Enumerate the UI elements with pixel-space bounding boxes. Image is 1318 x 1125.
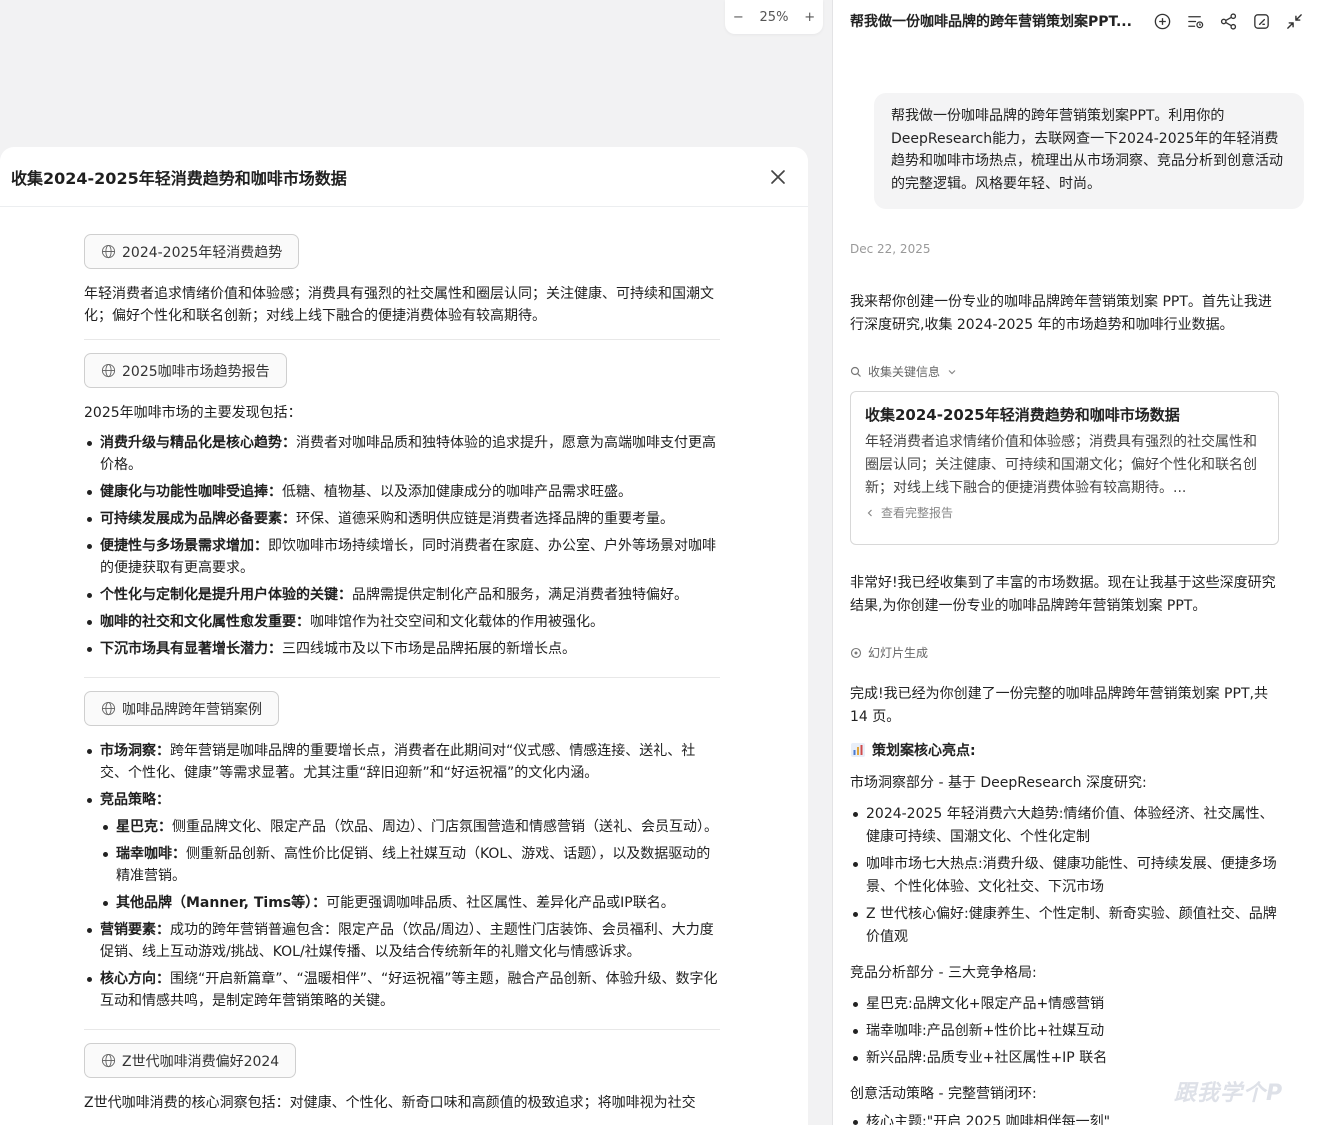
list-item: 营销要素：成功的跨年营销普遍包含：限定产品（饮品/周边）、主题性门店装饰、会员福… xyxy=(84,919,718,963)
bar-chart-icon xyxy=(851,743,865,757)
source-chip[interactable]: 咖啡品牌跨年营销案例 xyxy=(84,691,279,726)
chat-toolbar xyxy=(1153,12,1304,31)
close-icon[interactable] xyxy=(768,167,788,187)
list-item: Z 世代核心偏好:健康养生、个性定制、新奇实验、颜值社交、品牌价值观 xyxy=(850,903,1280,949)
highlights-heading: 策划案核心亮点: xyxy=(850,740,976,760)
report-header: 收集2024-2025年轻消费趋势和咖啡市场数据 xyxy=(0,147,808,207)
new-chat-icon[interactable] xyxy=(1153,12,1172,31)
report-section: Z世代咖啡消费偏好2024 Z世代咖啡消费的核心洞察包括：对健康、个性化、新奇口… xyxy=(84,1043,720,1125)
list-item: 咖啡的社交和文化属性愈发重要：咖啡馆作为社交空间和文化载体的作用被强化。 xyxy=(84,611,718,633)
step-collect-info[interactable]: 收集关键信息 xyxy=(850,363,958,380)
source-chip-label: 2024-2025年轻消费趋势 xyxy=(122,244,283,261)
research-report-panel: 收集2024-2025年轻消费趋势和咖啡市场数据 2024-2025年轻消费趋势… xyxy=(0,147,808,1125)
list-item: 个性化与定制化是提升用户体验的关键：品牌需提供定制化产品和服务，满足消费者独特偏… xyxy=(84,584,718,606)
chevron-left-icon xyxy=(867,509,872,516)
list-item: 核心方向：围绕“开启新篇章”、“温暖相伴”、“好运祝福”等主题，融合产品创新、体… xyxy=(84,968,718,1012)
message-date: Dec 22, 2025 xyxy=(850,242,931,256)
slides-icon xyxy=(850,647,862,658)
list-item: 核心主题:"开启 2025 咖啡相伴每一刻" xyxy=(850,1111,1280,1125)
market-heading: 市场洞察部分 - 基于 DeepResearch 深度研究: xyxy=(850,775,1147,791)
source-chip-label: 2025咖啡市场趋势报告 xyxy=(122,363,270,380)
zoom-level: 25% xyxy=(759,9,789,25)
source-chip[interactable]: Z世代咖啡消费偏好2024 xyxy=(84,1043,297,1078)
list-item: 市场洞察：跨年营销是咖啡品牌的重要增长点，消费者在此期间对“仪式感、情感连接、送… xyxy=(84,740,718,784)
user-message: 帮我做一份咖啡品牌的跨年营销策划案PPT。利用你的DeepResearch能力，… xyxy=(874,93,1304,209)
list-item: 瑞幸咖啡：侧重新品创新、高性价比促销、线上社媒互动（KOL、游戏、话题），以及数… xyxy=(100,843,718,887)
source-chip[interactable]: 2024-2025年轻消费趋势 xyxy=(84,234,300,269)
findings-list: 消费升级与精品化是核心趋势：消费者对咖啡品质和独特体验的追求提升，愿意为高端咖啡… xyxy=(84,432,718,660)
source-chip[interactable]: 2025咖啡市场趋势报告 xyxy=(84,353,287,388)
report-body: 2024-2025年轻消费趋势 年轻消费者追求情绪价值和体验感；消费具有强烈的社… xyxy=(0,207,720,1125)
market-list: 2024-2025 年轻消费六大趋势:情绪价值、体验经济、社交属性、健康可持续、… xyxy=(850,803,1280,953)
list-item: 新兴品牌:品质专业+社区属性+IP 联名 xyxy=(850,1047,1280,1070)
list-item: 可持续发展成为品牌必备要素：环保、道德采购和透明供应链是消费者选择品牌的重要考量… xyxy=(84,508,718,530)
list-item: 其他品牌（Manner, Tims等）：可能更强调咖啡品质、社区属性、差异化产品… xyxy=(100,892,718,914)
view-full-report-link[interactable]: 查看完整报告 xyxy=(865,504,1264,521)
list-item: 健康化与功能性咖啡受追捧：低糖、植物基、以及添加健康成分的咖啡产品需求旺盛。 xyxy=(84,481,718,503)
section-text: Z世代咖啡消费的核心洞察包括：对健康、个性化、新奇口味和高颜值的极致追求；将咖啡… xyxy=(84,1095,696,1111)
competitor-sublist: 星巴克：侧重品牌文化、限定产品（饮品、周边）、门店氛围营造和情感营销（送礼、会员… xyxy=(100,816,718,914)
section-intro: 2025年咖啡市场的主要发现包括： xyxy=(84,405,302,421)
list-item: 下沉市场具有显著增长潜力：三四线城市及以下市场是品牌拓展的新增长点。 xyxy=(84,638,718,660)
edit-note-icon[interactable] xyxy=(1252,12,1271,31)
list-item: 便捷性与多场景需求增加：即饮咖啡市场持续增长，同时消费者在家庭、办公室、户外等场… xyxy=(84,535,718,579)
zoom-out-button[interactable]: − xyxy=(733,10,744,25)
assistant-message: 我来帮你创建一份专业的咖啡品牌跨年营销策划案 PPT。首先让我进行深度研究,收集… xyxy=(850,294,1272,333)
creative-heading: 创意活动策略 - 完整营销闭环: xyxy=(850,1086,1037,1102)
list-item: 2024-2025 年轻消费六大趋势:情绪价值、体验经济、社交属性、健康可持续、… xyxy=(850,803,1280,849)
chat-panel: 帮我做一份咖啡品牌的跨年营销策划案PPT... 帮我做一份咖啡品牌的跨年营销策划… xyxy=(833,0,1318,1125)
list-item: 消费升级与精品化是核心趋势：消费者对咖啡品质和独特体验的追求提升，愿意为高端咖啡… xyxy=(84,432,718,476)
zoom-control: − 25% + xyxy=(725,0,823,34)
watermark-logo: 跟我学个P xyxy=(1174,1081,1284,1106)
competitor-list: 星巴克:品牌文化+限定产品+情感营销 瑞幸咖啡:产品创新+性价比+社媒互动 新兴… xyxy=(850,993,1280,1074)
assistant-message: 非常好!我已经收集到了丰富的市场数据。现在让我基于这些深度研究结果,为你创建一份… xyxy=(850,575,1276,614)
card-title: 收集2024-2025年轻消费趋势和咖啡市场数据 xyxy=(865,406,1180,424)
research-summary-card[interactable]: 收集2024-2025年轻消费趋势和咖啡市场数据 年轻消费者追求情绪价值和体验感… xyxy=(850,391,1279,545)
globe-icon xyxy=(101,701,116,716)
report-title: 收集2024-2025年轻消费趋势和咖啡市场数据 xyxy=(11,168,347,188)
report-section: 咖啡品牌跨年营销案例 市场洞察：跨年营销是咖啡品牌的重要增长点，消费者在此期间对… xyxy=(84,691,720,1030)
list-item: 瑞幸咖啡:产品创新+性价比+社媒互动 xyxy=(850,1020,1280,1043)
report-section: 2025咖啡市场趋势报告 2025年咖啡市场的主要发现包括： 消费升级与精品化是… xyxy=(84,353,720,678)
source-chip-label: Z世代咖啡消费偏好2024 xyxy=(122,1053,280,1070)
card-text: 年轻消费者追求情绪价值和体验感；消费具有强烈的社交属性和圈层认同；关注健康、可持… xyxy=(865,434,1257,496)
creative-list: 核心主题:"开启 2025 咖啡相伴每一刻" xyxy=(850,1111,1280,1125)
step-label: 幻灯片生成 xyxy=(868,646,929,660)
section-text: 年轻消费者追求情绪价值和体验感；消费具有强烈的社交属性和圈层认同；关注健康、可持… xyxy=(84,286,714,324)
case-list: 市场洞察：跨年营销是咖啡品牌的重要增长点，消费者在此期间对“仪式感、情感连接、送… xyxy=(84,740,718,1012)
source-chip-label: 咖啡品牌跨年营销案例 xyxy=(122,701,262,718)
history-list-icon[interactable] xyxy=(1186,12,1205,31)
list-item: 星巴克：侧重品牌文化、限定产品（饮品、周边）、门店氛围营造和情感营销（送礼、会员… xyxy=(100,816,718,838)
step-label: 收集关键信息 xyxy=(868,365,941,379)
globe-icon xyxy=(101,1053,116,1068)
step-slide-generation[interactable]: 幻灯片生成 xyxy=(850,644,928,661)
chat-title: 帮我做一份咖啡品牌的跨年营销策划案PPT... xyxy=(850,14,1132,30)
search-icon xyxy=(850,366,861,377)
zoom-in-button[interactable]: + xyxy=(804,10,815,25)
list-item: 咖啡市场七大热点:消费升级、健康功能性、可持续发展、便捷多场景、个性化体验、文化… xyxy=(850,853,1280,899)
report-section: 2024-2025年轻消费趋势 年轻消费者追求情绪价值和体验感；消费具有强烈的社… xyxy=(84,234,720,340)
share-icon[interactable] xyxy=(1219,12,1238,31)
list-item: 竞品策略： 星巴克：侧重品牌文化、限定产品（饮品、周边）、门店氛围营造和情感营销… xyxy=(84,789,718,914)
chevron-down-icon xyxy=(948,369,956,374)
chat-header: 帮我做一份咖啡品牌的跨年营销策划案PPT... xyxy=(833,0,1318,42)
assistant-message: 完成!我已经为你创建了一份完整的咖啡品牌跨年营销策划案 PPT,共 14 页。 xyxy=(850,686,1268,725)
competitor-heading: 竞品分析部分 - 三大竞争格局: xyxy=(850,965,1037,981)
list-item: 星巴克:品牌文化+限定产品+情感营销 xyxy=(850,993,1280,1016)
collapse-icon[interactable] xyxy=(1285,12,1304,31)
globe-icon xyxy=(101,363,116,378)
globe-icon xyxy=(101,244,116,259)
